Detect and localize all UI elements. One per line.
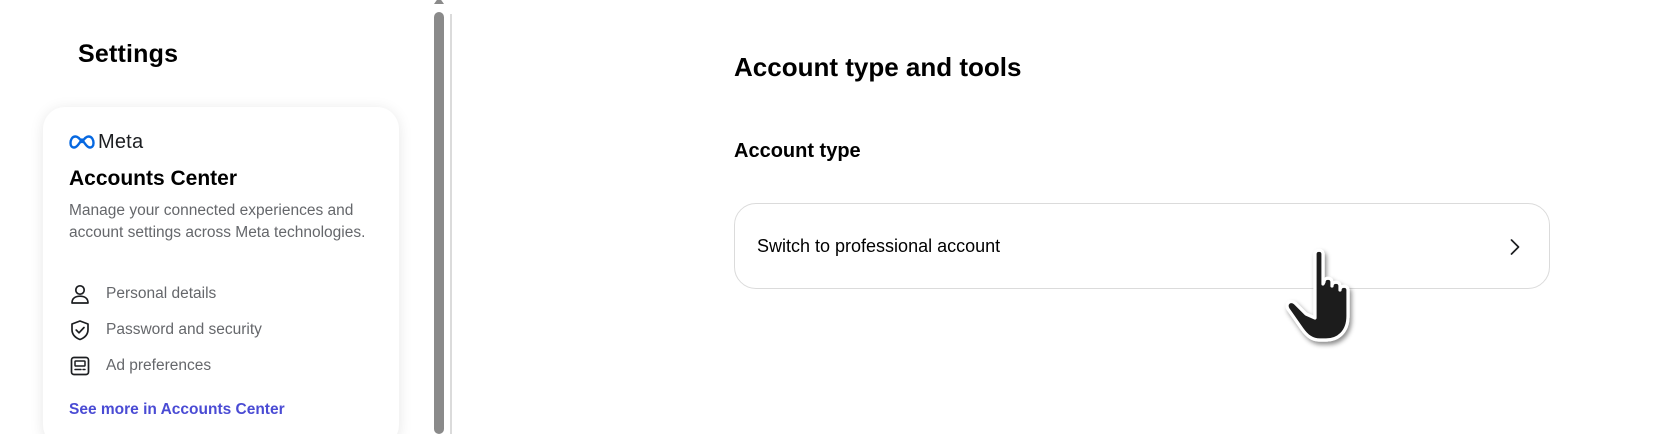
switch-row-label: Switch to professional account <box>757 235 1001 256</box>
person-icon <box>69 283 91 305</box>
switch-to-professional-account-button[interactable]: Switch to professional account <box>734 203 1550 289</box>
accounts-center-card: Meta Accounts Center Manage your connect… <box>43 107 399 434</box>
app-root: Settings Meta Accounts Center Manage you… <box>0 0 1654 434</box>
scrollbar-thumb[interactable] <box>434 12 444 434</box>
meta-logo-text: Meta <box>98 130 144 153</box>
page-title: Account type and tools <box>734 52 1022 82</box>
accounts-center-item-ad-preferences[interactable]: Ad preferences <box>69 353 211 379</box>
meta-infinity-icon <box>69 135 95 149</box>
sidebar-title: Settings <box>78 40 179 68</box>
meta-logo: Meta <box>69 130 144 153</box>
accounts-center-item-label: Password and security <box>106 321 262 338</box>
main-content: Account type and tools Account type Swit… <box>452 0 1654 434</box>
sidebar-scrollbar[interactable] <box>432 0 446 434</box>
settings-sidebar: Settings Meta Accounts Center Manage you… <box>0 0 432 434</box>
accounts-center-item-label: Personal details <box>106 285 217 302</box>
scroll-up-arrow-icon[interactable] <box>434 0 444 4</box>
shield-check-icon <box>69 319 91 341</box>
accounts-center-description: Manage your connected experiences and ac… <box>69 202 366 241</box>
see-more-accounts-center-link[interactable]: See more in Accounts Center <box>69 401 285 419</box>
ad-preferences-icon <box>69 355 91 377</box>
chevron-right-icon <box>1510 239 1520 255</box>
accounts-center-item-label: Ad preferences <box>106 357 212 374</box>
section-title-account-type: Account type <box>734 140 861 162</box>
accounts-center-item-personal-details[interactable]: Personal details <box>69 281 216 307</box>
accounts-center-title: Accounts Center <box>69 167 238 190</box>
accounts-center-item-password-security[interactable]: Password and security <box>69 317 262 343</box>
